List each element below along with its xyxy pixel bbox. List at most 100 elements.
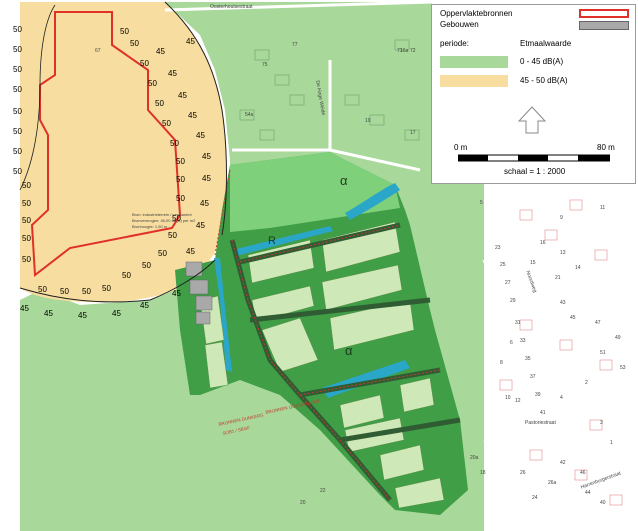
contour-50-label: 50 xyxy=(148,79,157,88)
label-alpha-south: α xyxy=(345,343,353,358)
house-number: 25 xyxy=(500,262,506,268)
legend-item-label: Oppervlaktebronnen xyxy=(440,9,513,18)
legend-class-label-1: 45 - 50 dB(A) xyxy=(520,76,568,85)
scale-bar xyxy=(458,154,610,162)
contour-45-label: 45 xyxy=(20,304,29,313)
house-number: 67 xyxy=(95,48,101,54)
house-number: 11 xyxy=(600,205,606,211)
source-note-3: Bronhoogte: 1,50 m xyxy=(132,224,168,229)
contour-50-label: 50 xyxy=(13,107,22,116)
contour-45-label: 45 xyxy=(196,131,205,140)
contour-45-label: 45 xyxy=(200,199,209,208)
contour-45-label: 45 xyxy=(172,289,181,298)
contour-50-label: 50 xyxy=(22,216,31,225)
house-number: 29 xyxy=(510,298,516,304)
house-number: 46 xyxy=(580,470,586,476)
legend-class-swatch-1 xyxy=(440,75,508,87)
contour-50-label: 50 xyxy=(13,45,22,54)
house-number: 16a xyxy=(400,48,409,54)
house-number: 43 xyxy=(560,300,566,306)
contour-50-label: 50 xyxy=(120,27,129,36)
house-number: 72 xyxy=(410,48,416,54)
contour-50-label: 50 xyxy=(60,287,69,296)
house-number: 23 xyxy=(495,245,501,251)
house-number: 5 xyxy=(480,200,483,206)
contour-50-label: 50 xyxy=(13,65,22,74)
house-number: 26 xyxy=(520,470,526,476)
contour-45-label: 45 xyxy=(186,247,195,256)
contour-45-label: 45 xyxy=(202,152,211,161)
contour-50-label: 50 xyxy=(155,99,164,108)
contour-45-label: 45 xyxy=(202,174,211,183)
street-label-top: Oosterhoutsestraat xyxy=(210,4,253,10)
contour-50-label: 50 xyxy=(168,231,177,240)
house-number: 9 xyxy=(560,215,563,221)
house-number: 40 xyxy=(600,500,606,506)
contour-45-label: 45 xyxy=(156,47,165,56)
scale-start-label: 0 m xyxy=(454,143,468,152)
legend-class-swatch-0 xyxy=(440,56,508,68)
contour-50-label: 50 xyxy=(13,25,22,34)
house-number: 37 xyxy=(530,374,536,380)
contour-45-label: 45 xyxy=(78,311,87,320)
map-legend: Oppervlaktebronnen Gebouwen periode: Etm… xyxy=(431,4,636,184)
house-number: 44 xyxy=(585,490,591,496)
contour-50-label: 50 xyxy=(13,167,22,176)
house-number: 12 xyxy=(515,398,521,404)
contour-50-label: 50 xyxy=(162,119,171,128)
house-number: 45 xyxy=(570,315,576,321)
street-label-right-2: Pastoriestraat xyxy=(525,420,556,426)
source-note-2: Bronvermogen: 45,00 dB(A) per m2 xyxy=(132,218,196,223)
house-number: 16 xyxy=(540,240,546,246)
house-number: 20 xyxy=(300,500,306,506)
house-number: 21 xyxy=(555,275,561,281)
contour-50-label: 50 xyxy=(13,147,22,156)
legend-building-swatch xyxy=(579,21,629,30)
contour-50-label: 50 xyxy=(38,285,47,294)
house-number: 1 xyxy=(610,440,613,446)
house-number: 47 xyxy=(595,320,601,326)
house-number: 18 xyxy=(480,470,486,476)
house-number: 13 xyxy=(560,250,566,256)
contour-50-label: 50 xyxy=(22,234,31,243)
house-number: 2 xyxy=(585,380,588,386)
contour-50-label: 50 xyxy=(130,39,139,48)
house-number: 22 xyxy=(320,488,326,494)
house-number: 31 xyxy=(515,320,521,326)
contour-50-label: 50 xyxy=(22,181,31,190)
scale-ratio-text: schaal = 1 : 2000 xyxy=(504,167,566,176)
contour-50-label: 50 xyxy=(82,287,91,296)
house-number: 33 xyxy=(520,338,526,344)
house-number: 3 xyxy=(600,420,603,426)
contour-45-label: 45 xyxy=(140,301,149,310)
house-number: 27 xyxy=(505,280,511,286)
house-number: 17 xyxy=(410,130,416,136)
contour-50-label: 50 xyxy=(176,194,185,203)
house-number: 26a xyxy=(548,480,557,486)
house-number: 14 xyxy=(575,265,581,271)
contour-50-label: 50 xyxy=(102,284,111,293)
house-number: 77 xyxy=(292,42,298,48)
house-number: 75 xyxy=(262,62,268,68)
house-number: 10 xyxy=(505,395,511,401)
scale-end-label: 80 m xyxy=(597,143,615,152)
contour-50-label: 50 xyxy=(22,199,31,208)
label-alpha-north: α xyxy=(340,173,348,188)
house-number: 35 xyxy=(525,356,531,362)
house-number: 42 xyxy=(560,460,566,466)
house-number: 8 xyxy=(500,360,503,366)
contour-45-label: 45 xyxy=(112,309,121,318)
contour-45-label: 45 xyxy=(168,69,177,78)
house-number: 20a xyxy=(470,455,479,461)
house-number: 53 xyxy=(620,365,626,371)
house-number: 15 xyxy=(530,260,536,266)
contour-45-label: 45 xyxy=(186,37,195,46)
legend-item-label: Gebouwen xyxy=(440,20,479,29)
contour-50-label: 50 xyxy=(176,157,185,166)
source-note-1: Bron: industrieterrein / permanent xyxy=(132,212,192,217)
contour-50-label: 50 xyxy=(13,127,22,136)
contour-45-label: 45 xyxy=(188,111,197,120)
house-number: 51 xyxy=(600,350,606,356)
legend-class-label-0: 0 - 45 dB(A) xyxy=(520,57,564,66)
north-arrow-icon xyxy=(517,106,547,134)
